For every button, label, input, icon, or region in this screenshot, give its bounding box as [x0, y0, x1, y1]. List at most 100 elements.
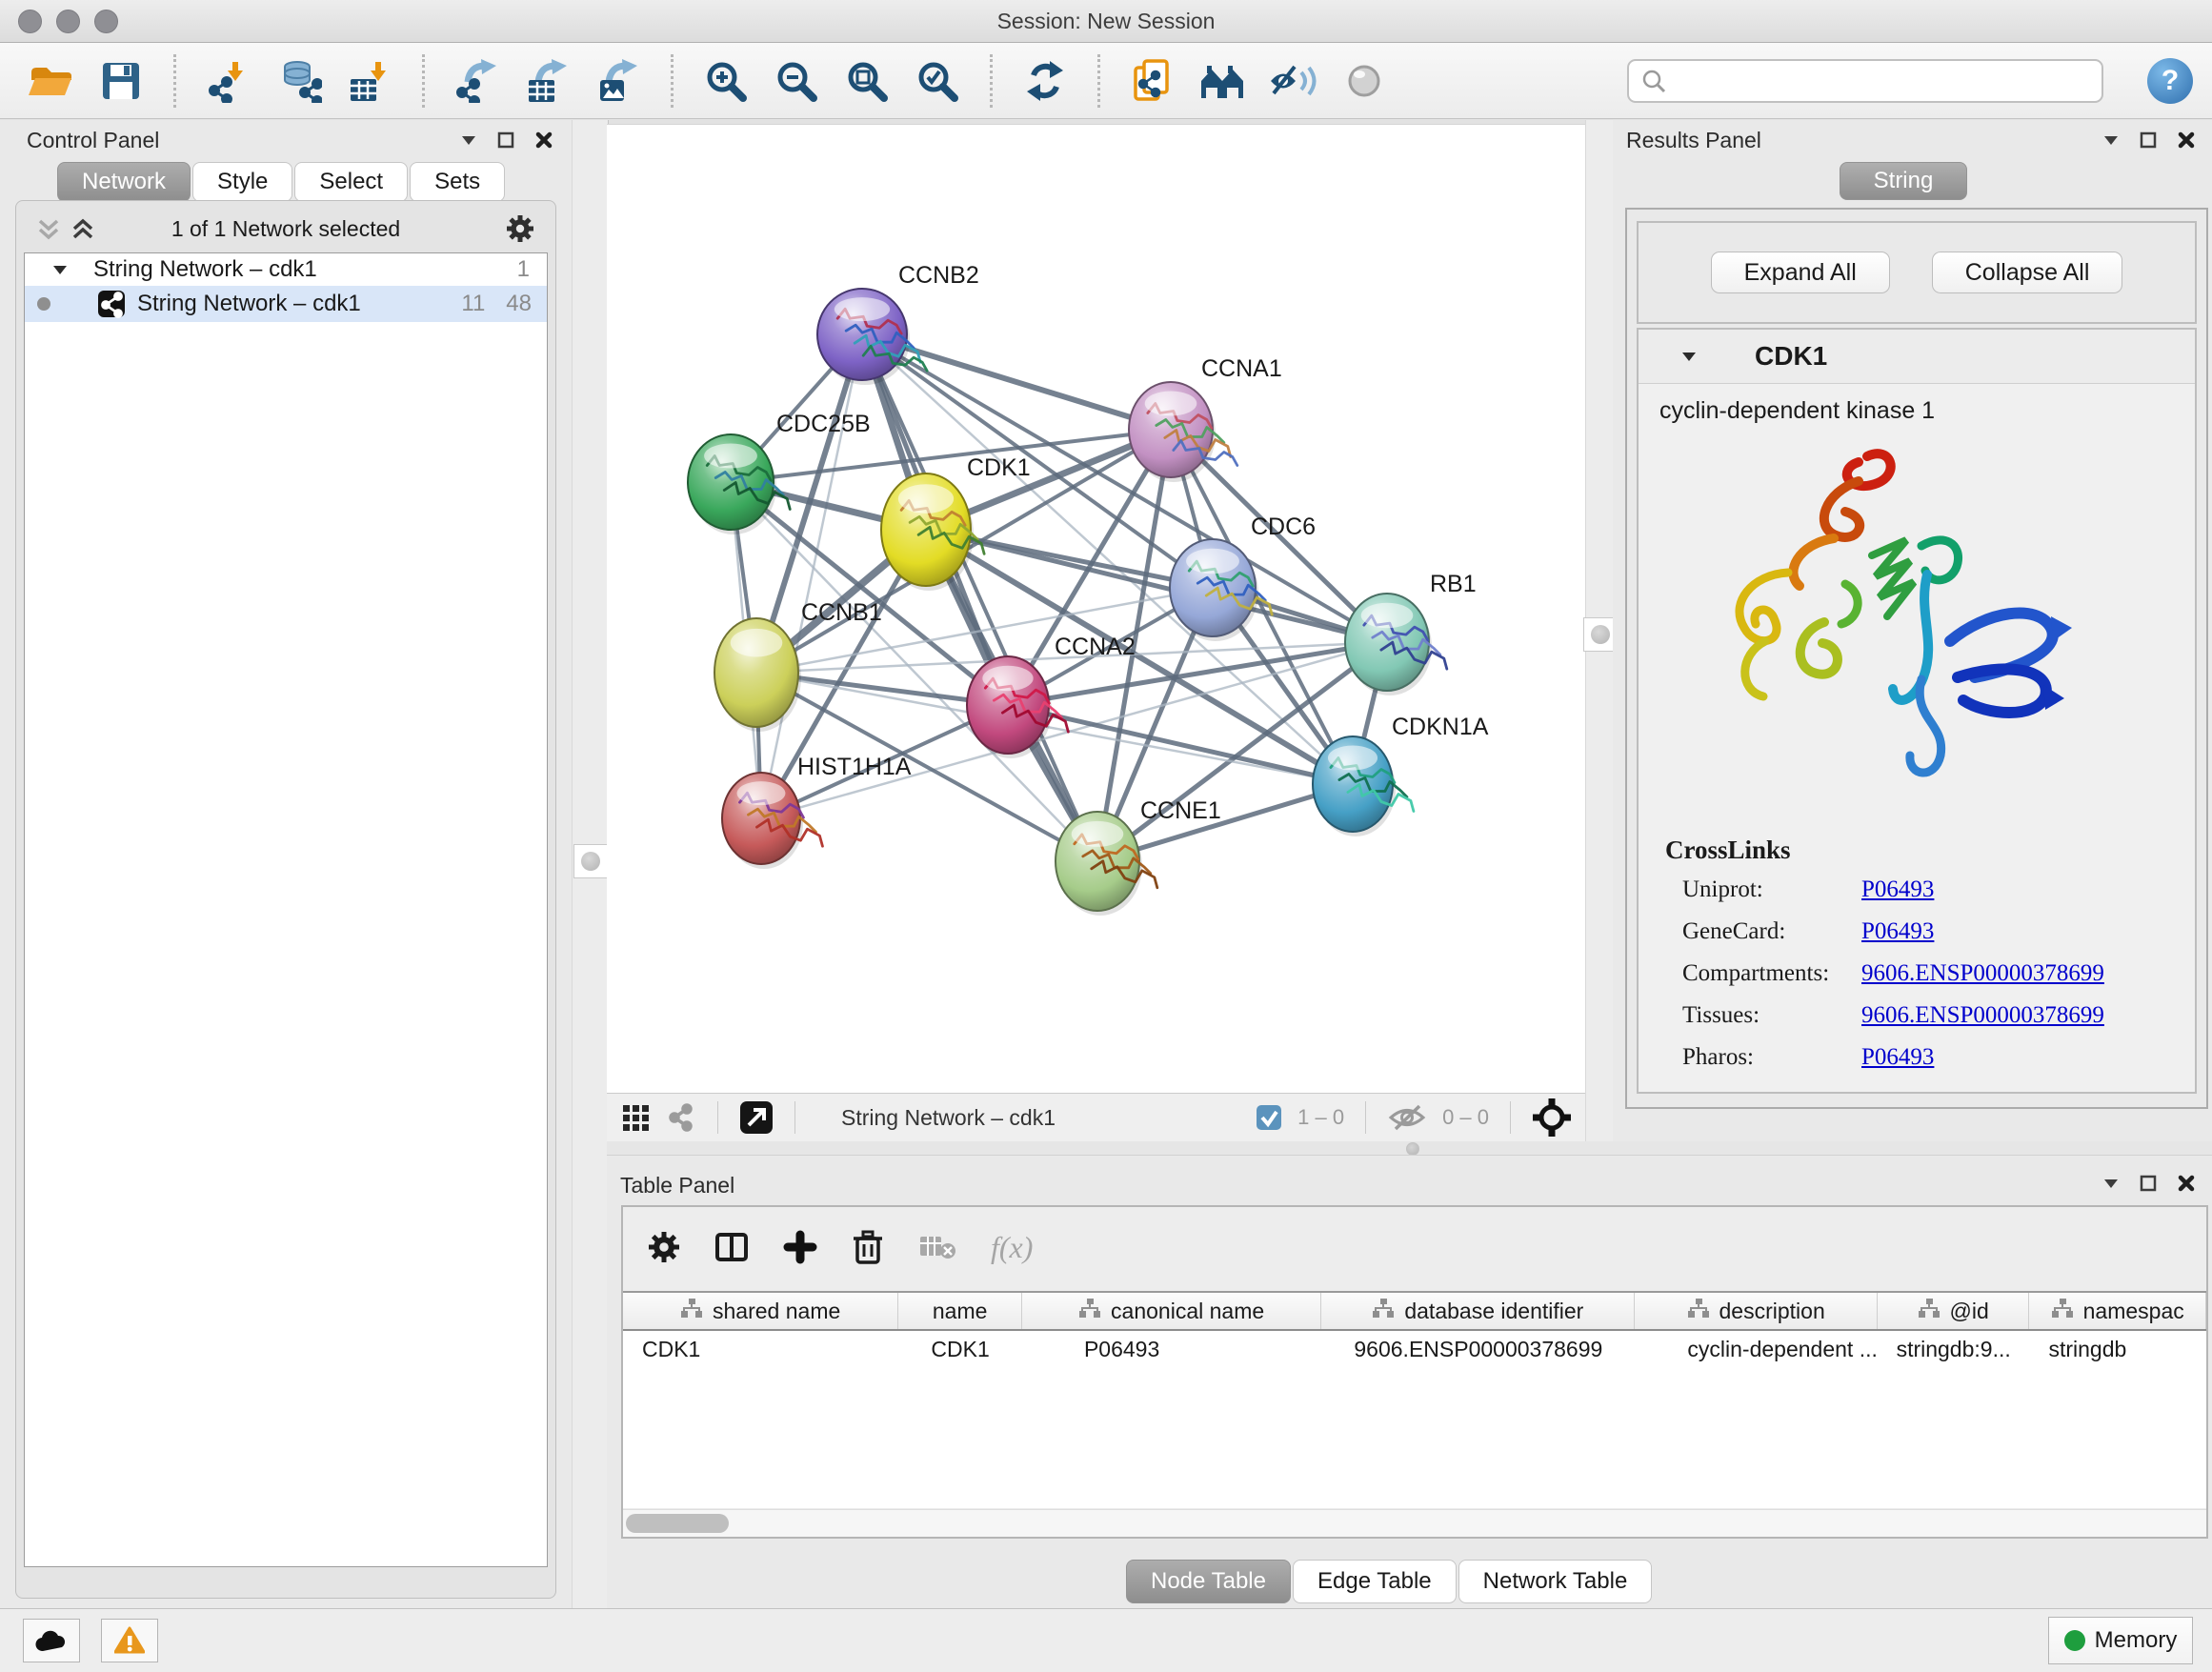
tab-edge-table[interactable]: Edge Table — [1293, 1560, 1457, 1603]
import-network-database-button[interactable] — [273, 54, 325, 108]
expand-all-button[interactable]: Expand All — [1711, 252, 1890, 293]
table-horizontal-scrollbar[interactable] — [623, 1509, 2206, 1537]
grid-view-icon[interactable] — [620, 1102, 651, 1133]
table-cell[interactable]: stringdb — [2029, 1331, 2206, 1367]
column-header-database-identifier[interactable]: database identifier — [1321, 1293, 1635, 1329]
node-CDC25B[interactable]: CDC25B — [688, 411, 871, 534]
horizontal-splitter[interactable] — [607, 1141, 2212, 1155]
node-entry-header[interactable]: CDK1 — [1639, 330, 2195, 384]
table-cell[interactable]: cyclin-dependent ... — [1635, 1331, 1877, 1367]
horizontal-splitter-handle[interactable] — [1406, 1142, 1419, 1156]
zoom-fit-button[interactable] — [841, 54, 893, 108]
network-share-icon[interactable] — [666, 1102, 696, 1133]
string-app-icon — [97, 290, 126, 318]
warnings-button[interactable] — [101, 1619, 158, 1662]
network-collection-row[interactable]: String Network – cdk1 1 — [25, 253, 547, 286]
node-CCNE1[interactable]: CCNE1 — [1056, 797, 1221, 916]
export-network-button[interactable] — [452, 54, 503, 108]
float-panel-icon[interactable] — [2138, 130, 2159, 151]
table-cell[interactable]: stringdb:9... — [1878, 1331, 2030, 1367]
node-RB1[interactable]: RB1 — [1345, 571, 1477, 695]
tab-string[interactable]: String — [1840, 162, 1967, 200]
hidden-eye-icon[interactable] — [1387, 1102, 1427, 1133]
close-window-button[interactable] — [18, 10, 42, 33]
close-panel-icon[interactable] — [533, 130, 554, 151]
crosslink-link[interactable]: 9606.ENSP00000378699 — [1861, 960, 2104, 987]
hide-signal-button[interactable] — [1268, 54, 1319, 108]
network-options-gear-icon[interactable] — [506, 214, 534, 243]
apply-layout-button[interactable] — [1019, 54, 1071, 108]
crosslink-link[interactable]: P06493 — [1861, 876, 1934, 903]
collection-expand-icon[interactable] — [51, 263, 69, 276]
zoom-in-button[interactable] — [700, 54, 752, 108]
import-table-button[interactable] — [344, 54, 395, 108]
help-button[interactable]: ? — [2147, 58, 2193, 104]
minimize-window-button[interactable] — [56, 10, 80, 33]
float-panel-icon[interactable] — [2138, 1173, 2159, 1194]
string-home-button[interactable] — [1197, 54, 1249, 108]
tab-style[interactable]: Style — [192, 162, 292, 202]
node-CDKN1A[interactable]: CDKN1A — [1313, 714, 1489, 836]
zoom-selected-button[interactable] — [912, 54, 963, 108]
left-splitter-handle[interactable] — [573, 844, 608, 878]
open-session-button[interactable] — [25, 54, 76, 108]
collapse-panel-icon[interactable] — [2101, 132, 2121, 148]
delete-column-icon[interactable] — [852, 1229, 884, 1265]
import-network-file-button[interactable] — [203, 54, 254, 108]
table-settings-gear-icon[interactable] — [648, 1231, 680, 1263]
network-row-selected[interactable]: String Network – cdk1 11 48 — [25, 286, 547, 322]
node-HIST1H1A[interactable]: HIST1H1A — [722, 754, 912, 869]
node-CCNB1[interactable]: CCNB1 — [714, 599, 882, 732]
column-header-shared-name[interactable]: shared name — [623, 1293, 898, 1329]
column-header-canonical-name[interactable]: canonical name — [1022, 1293, 1321, 1329]
node-CCNA1[interactable]: CCNA1 — [1129, 355, 1282, 482]
column-header-@id[interactable]: @id — [1878, 1293, 2030, 1329]
left-splitter[interactable] — [572, 120, 609, 1608]
scrollbar-thumb[interactable] — [626, 1514, 729, 1533]
table-cell[interactable]: P06493 — [1022, 1331, 1321, 1367]
crosslink-link[interactable]: P06493 — [1861, 918, 1934, 945]
tab-network-table[interactable]: Network Table — [1458, 1560, 1653, 1603]
save-session-button[interactable] — [95, 54, 147, 108]
export-table-button[interactable] — [522, 54, 573, 108]
collapse-panel-icon[interactable] — [459, 132, 478, 148]
table-row[interactable]: CDK1CDK1P064939606.ENSP00000378699cyclin… — [623, 1331, 2206, 1367]
export-image-button[interactable] — [593, 54, 644, 108]
zoom-out-button[interactable] — [771, 54, 822, 108]
column-header-namespac[interactable]: namespac — [2029, 1293, 2206, 1329]
entry-collapse-icon[interactable] — [1680, 350, 1698, 363]
float-panel-icon[interactable] — [495, 130, 516, 151]
column-header-name[interactable]: name — [898, 1293, 1022, 1329]
node-CCNB2[interactable]: CCNB2 — [817, 262, 979, 385]
table-cell[interactable]: CDK1 — [623, 1331, 898, 1367]
glass-ball-button[interactable] — [1338, 54, 1390, 108]
table-cell[interactable]: 9606.ENSP00000378699 — [1321, 1331, 1635, 1367]
table-cell[interactable]: CDK1 — [898, 1331, 1022, 1367]
birdseye-view-icon[interactable] — [739, 1100, 774, 1135]
crosslink-link[interactable]: 9606.ENSP00000378699 — [1861, 1002, 2104, 1029]
selected-checkbox-icon[interactable] — [1256, 1104, 1282, 1131]
node-CDC6[interactable]: CDC6 — [1170, 514, 1316, 641]
tab-node-table[interactable]: Node Table — [1126, 1560, 1291, 1603]
zoom-window-button[interactable] — [94, 10, 118, 33]
column-header-description[interactable]: description — [1635, 1293, 1877, 1329]
close-panel-icon[interactable] — [2176, 130, 2197, 151]
search-input[interactable] — [1675, 68, 2090, 94]
close-panel-icon[interactable] — [2176, 1173, 2197, 1194]
memory-button[interactable]: Memory — [2048, 1617, 2193, 1664]
show-columns-icon[interactable] — [714, 1230, 749, 1264]
cloud-button[interactable] — [23, 1619, 80, 1662]
network-canvas[interactable]: CCNB2CCNA1CDC25BCDK1CDC6RB1CCNB1CCNA2CDK… — [607, 124, 1585, 1093]
collapse-all-button[interactable]: Collapse All — [1932, 252, 2123, 293]
collapse-panel-icon[interactable] — [2101, 1176, 2121, 1191]
add-column-icon[interactable] — [783, 1230, 817, 1264]
tab-sets[interactable]: Sets — [410, 162, 505, 202]
node-CDK1[interactable]: CDK1 — [881, 454, 1031, 591]
tab-select[interactable]: Select — [294, 162, 408, 202]
edge[interactable] — [862, 334, 1097, 861]
right-splitter[interactable] — [1585, 120, 1615, 1141]
clipboard-network-button[interactable] — [1127, 54, 1178, 108]
crosshair-icon[interactable] — [1532, 1098, 1572, 1138]
tab-network[interactable]: Network — [57, 162, 191, 202]
crosslink-link[interactable]: P06493 — [1861, 1044, 1934, 1071]
